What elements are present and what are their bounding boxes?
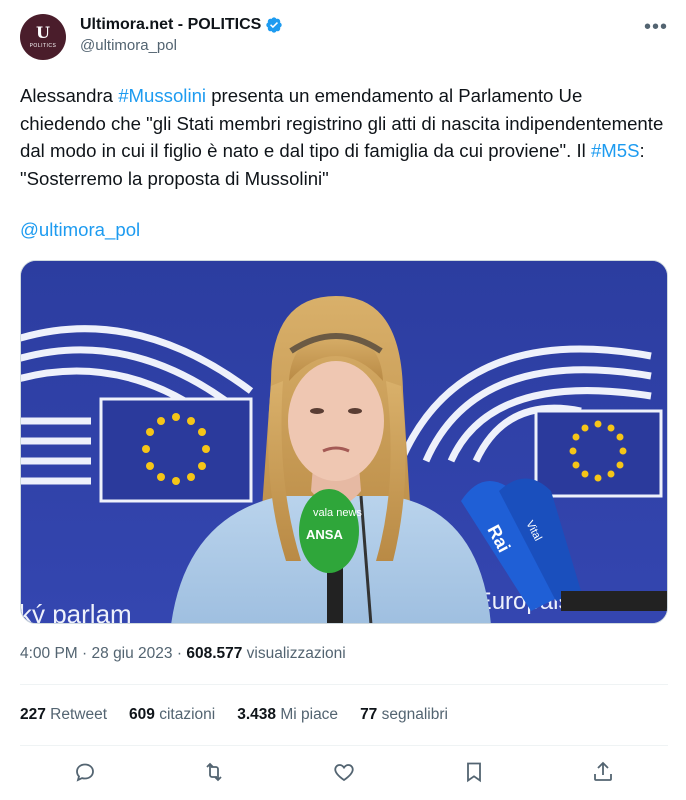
divider — [20, 684, 668, 685]
tweet-media[interactable]: ký parlam et Europäisches Parla vala new… — [20, 260, 668, 624]
action-bar — [20, 752, 668, 792]
hashtag-m5s[interactable]: #M5S — [591, 140, 640, 161]
avatar[interactable]: U POLITICS — [20, 14, 66, 60]
author-display-name[interactable]: Ultimora.net - POLITICS — [80, 16, 261, 34]
like-icon — [334, 764, 354, 782]
reply-button[interactable] — [65, 752, 105, 792]
reply-icon — [75, 763, 94, 782]
tweet-text: Alessandra #Mussolini presenta un emenda… — [20, 82, 670, 192]
verified-badge-icon — [266, 17, 283, 33]
share-icon — [594, 761, 613, 781]
author-name-row[interactable]: Ultimora.net - POLITICS — [80, 16, 283, 34]
avatar-caption: POLITICS — [29, 43, 57, 49]
bookmark-label: segnalibri — [377, 706, 448, 723]
bookmark-icon — [466, 762, 481, 783]
retweet-count: 227 — [20, 706, 46, 723]
author-handle[interactable]: @ultimora_pol — [80, 37, 283, 54]
retweet-button[interactable] — [194, 752, 234, 792]
mic-green-brand: ANSA — [306, 527, 343, 542]
mic-green-top: vala news — [313, 507, 362, 519]
tweet-text-part: Alessandra — [20, 85, 119, 106]
author-info: Ultimora.net - POLITICS @ultimora_pol — [80, 16, 283, 54]
bookmark-button[interactable] — [454, 752, 494, 792]
like-count: 3.438 — [237, 706, 277, 723]
avatar-letter: U — [36, 23, 50, 42]
tweet-date[interactable]: 28 giu 2023 — [92, 645, 173, 662]
quote-stat[interactable]: 609 citazioni — [129, 706, 215, 724]
retweet-stat[interactable]: 227 Retweet — [20, 706, 107, 724]
tweet-time[interactable]: 4:00 PM — [20, 645, 78, 662]
views-count: 608.577 — [186, 645, 243, 662]
divider — [20, 745, 668, 746]
views-label: visualizzazioni — [242, 645, 346, 662]
like-stat[interactable]: 3.438 Mi piace — [237, 706, 338, 724]
media-photo: ký parlam et Europäisches Parla vala new… — [21, 261, 667, 624]
backdrop-text-left: ký parlam — [21, 599, 132, 624]
like-label: Mi piace — [276, 706, 339, 723]
meta-separator: · — [77, 645, 92, 662]
more-options-icon[interactable]: ••• — [644, 16, 668, 39]
hashtag-mussolini[interactable]: #Mussolini — [118, 85, 206, 106]
retweet-icon — [206, 762, 223, 782]
meta-separator: · — [172, 645, 187, 662]
bookmark-count: 77 — [360, 706, 378, 723]
tweet-header: U POLITICS Ultimora.net - POLITICS @ulti… — [20, 12, 668, 64]
like-button[interactable] — [324, 752, 364, 792]
share-button[interactable] — [583, 752, 623, 792]
engagement-stats: 227 Retweet 609 citazioni 3.438 Mi piace… — [20, 706, 448, 724]
bookmark-stat[interactable]: 77 segnalibri — [360, 706, 448, 724]
tweet-timestamp: 4:00 PM · 28 giu 2023 · 608.577 visualiz… — [20, 645, 346, 663]
quote-label: citazioni — [154, 706, 216, 723]
quote-count: 609 — [129, 706, 155, 723]
retweet-label: Retweet — [45, 706, 108, 723]
mention-link[interactable]: @ultimora_pol — [20, 219, 140, 241]
